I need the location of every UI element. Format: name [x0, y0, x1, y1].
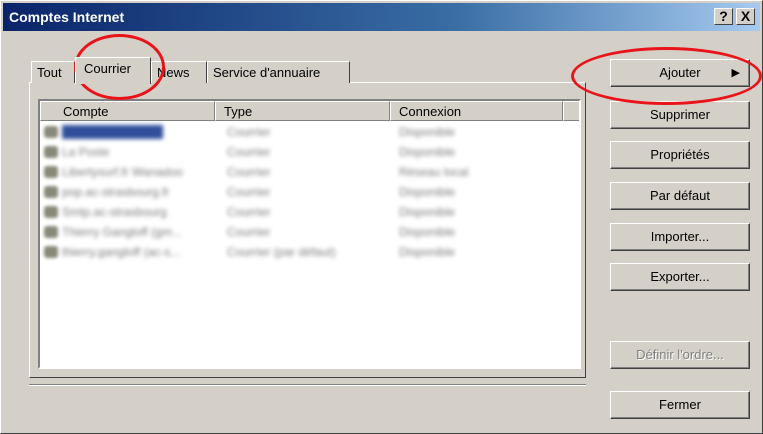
- account-connection: Disponible: [399, 205, 456, 219]
- ajouter-label: Ajouter: [659, 65, 701, 80]
- account-connection: Disponible: [399, 245, 456, 259]
- proprietes-button[interactable]: Propriétés: [610, 141, 750, 169]
- mail-account-icon: [44, 146, 58, 158]
- mail-account-icon: [44, 206, 58, 218]
- column-header-compte[interactable]: Compte: [40, 101, 215, 121]
- importer-button[interactable]: Importer...: [610, 223, 750, 251]
- account-connection: Disponible: [399, 125, 456, 139]
- account-name: Libertysurf.fr Wanadoo: [62, 165, 183, 179]
- account-connection: Disponible: [399, 185, 456, 199]
- account-name: Smtp.ac-strasbourg: [62, 205, 167, 219]
- exporter-button[interactable]: Exporter...: [610, 263, 750, 291]
- account-name: pop.ac-strasbourg.fr: [62, 185, 170, 199]
- column-header-type[interactable]: Type: [215, 101, 390, 121]
- tab-courrier[interactable]: Courrier: [75, 57, 151, 84]
- account-type: Courrier: [227, 145, 271, 159]
- account-type: Courrier (par défaut): [227, 245, 336, 259]
- fermer-button[interactable]: Fermer: [610, 391, 750, 419]
- mail-account-icon: [44, 226, 58, 238]
- mail-account-icon: [44, 166, 58, 178]
- tab-tout[interactable]: Tout: [31, 61, 75, 83]
- account-name: La Poste: [62, 145, 110, 159]
- account-name: Thierry Gangloff (gm...: [62, 225, 182, 239]
- help-button[interactable]: ?: [714, 8, 733, 25]
- window-title: Comptes Internet: [9, 9, 125, 25]
- supprimer-button[interactable]: Supprimer: [610, 101, 750, 129]
- account-connection: Disponible: [399, 225, 456, 239]
- definir-ordre-button[interactable]: Définir l'ordre...: [610, 341, 750, 369]
- account-type: Courrier: [227, 165, 271, 179]
- account-name: Connexion Internet: [62, 125, 164, 139]
- title-bar[interactable]: Comptes Internet ? X: [3, 3, 760, 31]
- divider: [29, 384, 586, 386]
- accounts-list[interactable]: Compte Type Connexion Connexion Internet…: [38, 99, 581, 369]
- column-header-filler: [563, 101, 579, 121]
- account-type: Courrier: [227, 185, 271, 199]
- tab-service-annuaire[interactable]: Service d'annuaire: [207, 61, 350, 83]
- internet-accounts-dialog: Comptes Internet ? X Tout Courrier News …: [0, 0, 763, 434]
- close-button[interactable]: X: [736, 8, 755, 25]
- ajouter-button[interactable]: Ajouter ▶: [610, 59, 750, 87]
- account-name: thierry.gangloff (ac-s...: [62, 245, 181, 259]
- mail-account-icon: [44, 246, 58, 258]
- account-type: Courrier: [227, 205, 271, 219]
- mail-account-icon: [44, 186, 58, 198]
- account-connection: Réseau local: [399, 165, 469, 179]
- account-type: Courrier: [227, 225, 271, 239]
- mail-account-icon: [44, 126, 58, 138]
- column-header-connexion[interactable]: Connexion: [390, 101, 563, 121]
- account-connection: Disponible: [399, 145, 456, 159]
- account-type: Courrier: [227, 125, 271, 139]
- par-defaut-button[interactable]: Par défaut: [610, 182, 750, 210]
- tab-news[interactable]: News: [151, 61, 207, 83]
- submenu-arrow-icon: ▶: [731, 67, 740, 79]
